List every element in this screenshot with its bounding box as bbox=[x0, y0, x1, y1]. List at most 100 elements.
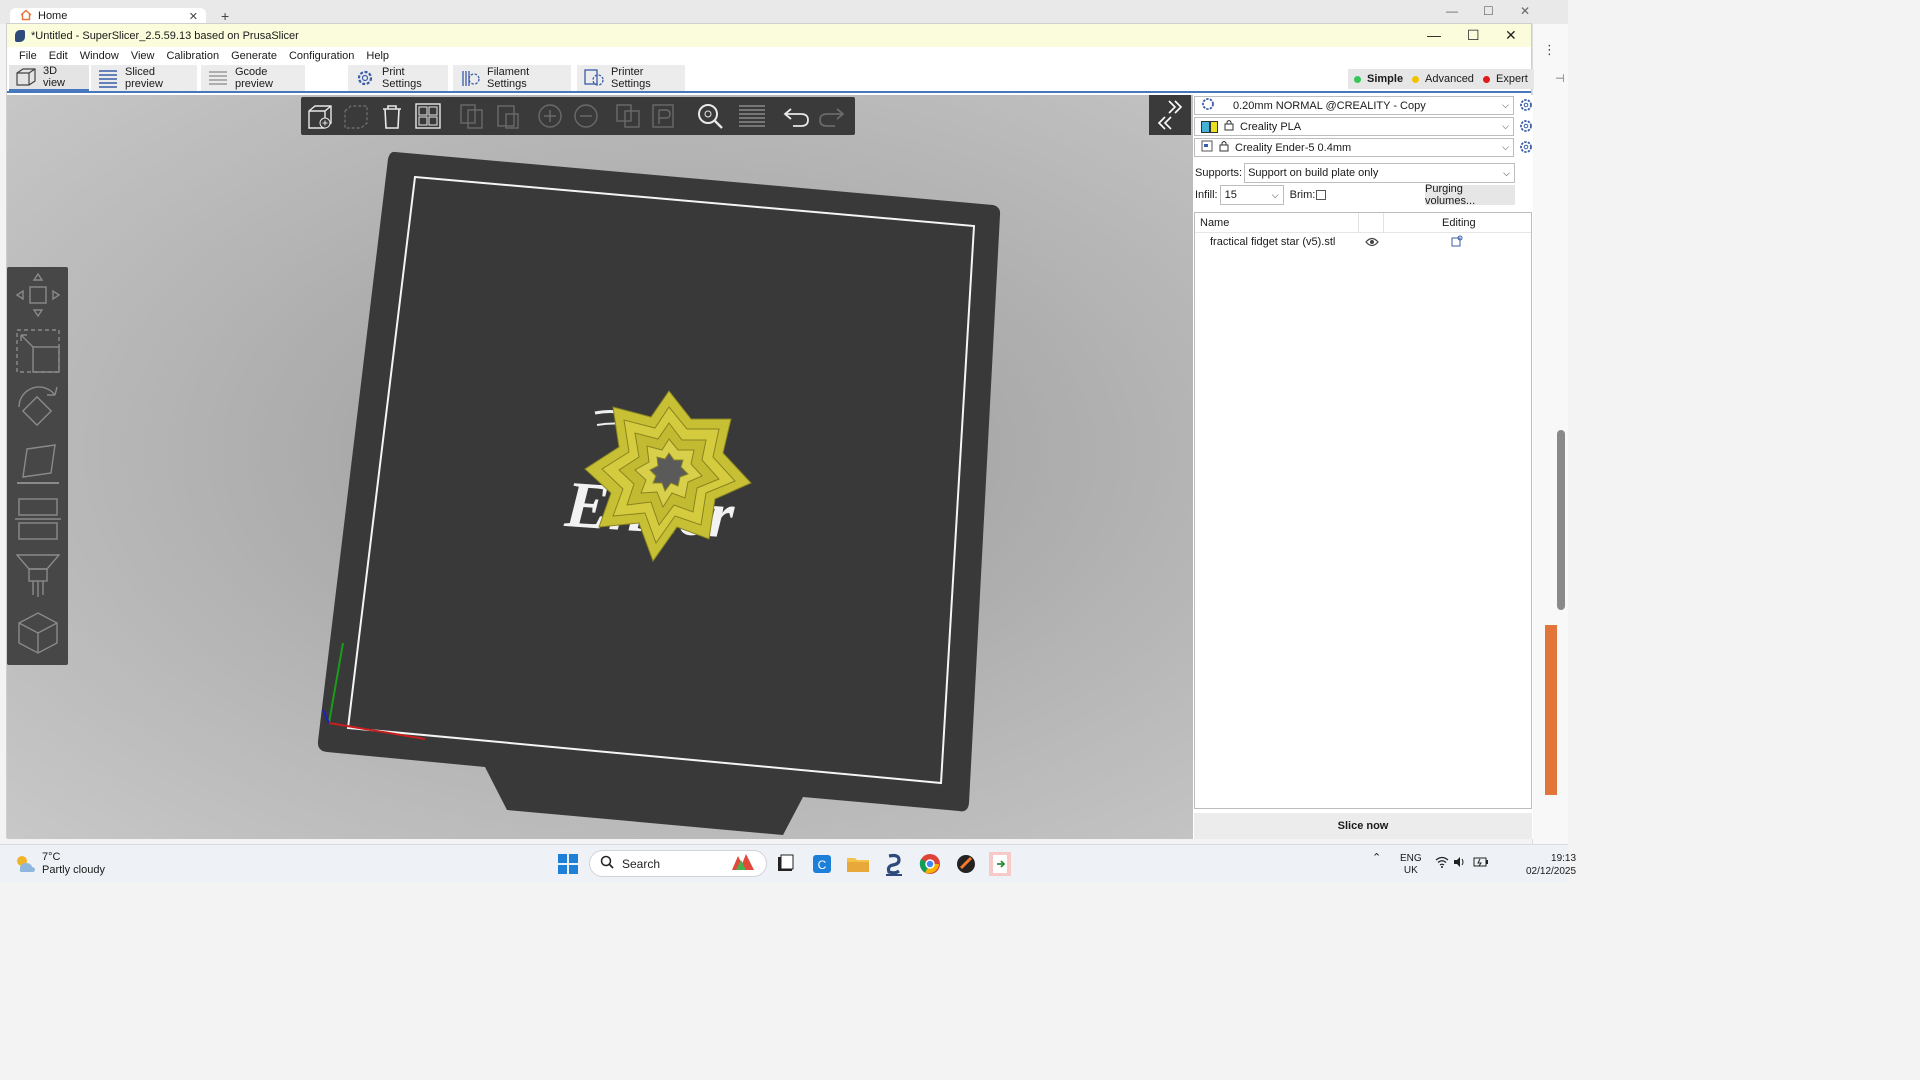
right-sidebar: 0.20mm NORMAL @CREALITY - Copy ⌵ Crealit… bbox=[1193, 95, 1533, 839]
menu-view[interactable]: View bbox=[125, 50, 161, 62]
menu-help[interactable]: Help bbox=[360, 50, 395, 62]
sla-view-cube-icon[interactable] bbox=[13, 607, 63, 655]
copilot-app-icon[interactable]: C bbox=[809, 852, 835, 876]
layers-icon bbox=[97, 68, 119, 88]
object-name: fractical fidget star (v5).stl bbox=[1210, 236, 1336, 248]
add-icon[interactable] bbox=[305, 101, 335, 131]
clock-time: 19:13 bbox=[1551, 853, 1577, 864]
delete-all-icon[interactable] bbox=[377, 101, 407, 131]
partly-cloudy-icon bbox=[14, 853, 36, 876]
printer-preset-select[interactable]: Creality Ender-5 0.4mm ⌵ bbox=[1194, 138, 1514, 157]
menu-calibration[interactable]: Calibration bbox=[160, 50, 225, 62]
tab-sliced-preview[interactable]: Sliced preview bbox=[91, 65, 197, 91]
menu-file[interactable]: File bbox=[13, 50, 43, 62]
browser-tab-title: Home bbox=[38, 10, 68, 22]
edit-filament-preset-icon[interactable] bbox=[1519, 119, 1533, 136]
arrange-icon[interactable] bbox=[413, 101, 443, 131]
infill-brim-row: Infill: 15 ⌵ Brim: Purging volumes... bbox=[1195, 183, 1515, 207]
download-app-icon[interactable] bbox=[987, 852, 1013, 876]
filament-color-swatch[interactable] bbox=[1201, 120, 1218, 133]
browser-minimize-icon[interactable]: — bbox=[1446, 4, 1458, 18]
weather-widget[interactable]: 7°C Partly cloudy bbox=[14, 851, 105, 877]
language-indicator[interactable]: ENG UK bbox=[1400, 853, 1422, 877]
paint-supports-icon[interactable] bbox=[13, 551, 63, 599]
file-explorer-icon[interactable] bbox=[845, 852, 871, 876]
menu-configuration[interactable]: Configuration bbox=[283, 50, 360, 62]
mode-expert-button[interactable]: Expert bbox=[1477, 69, 1534, 89]
mode-simple-button[interactable]: Simple bbox=[1348, 69, 1410, 89]
printer-icon bbox=[583, 68, 605, 88]
edit-object-icon[interactable] bbox=[1451, 235, 1463, 250]
language-region: UK bbox=[1403, 865, 1418, 876]
tab-printer-settings[interactable]: Printer Settings bbox=[577, 65, 685, 91]
task-view-icon[interactable] bbox=[772, 852, 798, 876]
close-tab-icon[interactable]: ✕ bbox=[189, 10, 198, 23]
chrome-icon[interactable] bbox=[917, 852, 943, 876]
purging-volumes-button[interactable]: Purging volumes... bbox=[1425, 183, 1515, 207]
cut-icon[interactable] bbox=[13, 495, 63, 543]
volume-icon[interactable] bbox=[1453, 856, 1465, 871]
infill-value: 15 bbox=[1224, 189, 1237, 201]
rotate-icon[interactable] bbox=[13, 383, 63, 431]
tab-sliced-preview-label: Sliced preview bbox=[125, 66, 163, 90]
chevron-up-icon[interactable]: ⌃ bbox=[1372, 851, 1381, 864]
filament-preset-select[interactable]: Creality PLA ⌵ bbox=[1194, 117, 1514, 136]
print-preset-select[interactable]: 0.20mm NORMAL @CREALITY - Copy ⌵ bbox=[1194, 96, 1514, 115]
brim-label: Brim: bbox=[1289, 189, 1316, 201]
taskbar-search[interactable]: Search bbox=[589, 850, 767, 877]
copy-icon bbox=[460, 104, 483, 129]
maximize-button[interactable]: ☐ bbox=[1467, 27, 1480, 44]
background-scrollbar[interactable] bbox=[1557, 430, 1565, 610]
move-icon[interactable] bbox=[13, 271, 63, 319]
browser-close-icon[interactable]: ✕ bbox=[1520, 4, 1530, 18]
menu-window[interactable]: Window bbox=[74, 50, 125, 62]
title-bar: *Untitled - SuperSlicer_2.5.59.13 based … bbox=[7, 24, 1531, 47]
browser-maximize-icon[interactable]: ☐ bbox=[1483, 4, 1494, 18]
edit-print-preset-icon[interactable] bbox=[1519, 98, 1533, 115]
chevron-down-icon: ⌵ bbox=[1503, 167, 1510, 178]
column-editing[interactable]: Editing bbox=[1442, 217, 1476, 229]
redo-icon bbox=[819, 108, 845, 127]
collapse-sidebar-button[interactable] bbox=[1149, 95, 1191, 135]
brim-checkbox[interactable] bbox=[1316, 190, 1327, 200]
browser-tab-home[interactable]: Home ✕ bbox=[10, 8, 206, 24]
wifi-icon[interactable] bbox=[1435, 856, 1449, 871]
menu-bar: File Edit Window View Calibration Genera… bbox=[7, 47, 1531, 65]
column-name[interactable]: Name bbox=[1200, 217, 1229, 229]
split-objects-icon bbox=[616, 104, 640, 128]
tab-filament-settings[interactable]: Filament Settings bbox=[453, 65, 571, 91]
layers-editing-icon[interactable] bbox=[737, 101, 767, 131]
place-on-face-icon[interactable] bbox=[13, 439, 63, 487]
minimize-button[interactable]: — bbox=[1427, 27, 1441, 43]
mode-advanced-button[interactable]: Advanced bbox=[1406, 69, 1480, 89]
slice-now-button[interactable]: Slice now bbox=[1194, 813, 1532, 839]
undo-icon[interactable] bbox=[781, 101, 811, 131]
eye-icon[interactable] bbox=[1365, 236, 1379, 251]
new-tab-button[interactable]: + bbox=[221, 8, 229, 24]
scale-icon[interactable] bbox=[13, 327, 63, 375]
menu-generate[interactable]: Generate bbox=[225, 50, 283, 62]
close-button[interactable]: ✕ bbox=[1505, 27, 1517, 44]
tab-gcode-preview[interactable]: Gcode preview bbox=[201, 65, 305, 91]
weather-description: Partly cloudy bbox=[42, 864, 105, 876]
tab-3d-view[interactable]: 3D view bbox=[9, 65, 89, 91]
tab-print-settings[interactable]: Print Settings bbox=[348, 65, 448, 91]
superslicer-taskbar-icon[interactable] bbox=[881, 852, 907, 876]
mode-advanced-label: Advanced bbox=[1425, 73, 1474, 85]
edit-printer-preset-icon[interactable] bbox=[1519, 140, 1533, 157]
more-options-icon[interactable]: ⋮ bbox=[1543, 42, 1556, 58]
remove-instance-icon bbox=[574, 104, 598, 128]
chevron-down-icon: ⌵ bbox=[1502, 121, 1509, 131]
object-list-item[interactable]: fractical fidget star (v5).stl bbox=[1195, 233, 1531, 253]
battery-icon[interactable] bbox=[1473, 856, 1489, 871]
infill-select[interactable]: 15 ⌵ bbox=[1219, 185, 1284, 205]
blender-icon[interactable] bbox=[953, 852, 979, 876]
supports-select[interactable]: Support on build plate only ⌵ bbox=[1244, 163, 1515, 183]
search-icon[interactable] bbox=[695, 101, 725, 131]
clock[interactable]: 19:13 02/12/2025 bbox=[1526, 852, 1576, 878]
windows-start-icon[interactable] bbox=[558, 854, 578, 877]
weather-temperature: 7°C bbox=[42, 851, 61, 863]
feedback-tab[interactable] bbox=[1545, 625, 1557, 795]
3d-viewport[interactable]: Ender bbox=[7, 95, 1193, 839]
menu-edit[interactable]: Edit bbox=[43, 50, 74, 62]
